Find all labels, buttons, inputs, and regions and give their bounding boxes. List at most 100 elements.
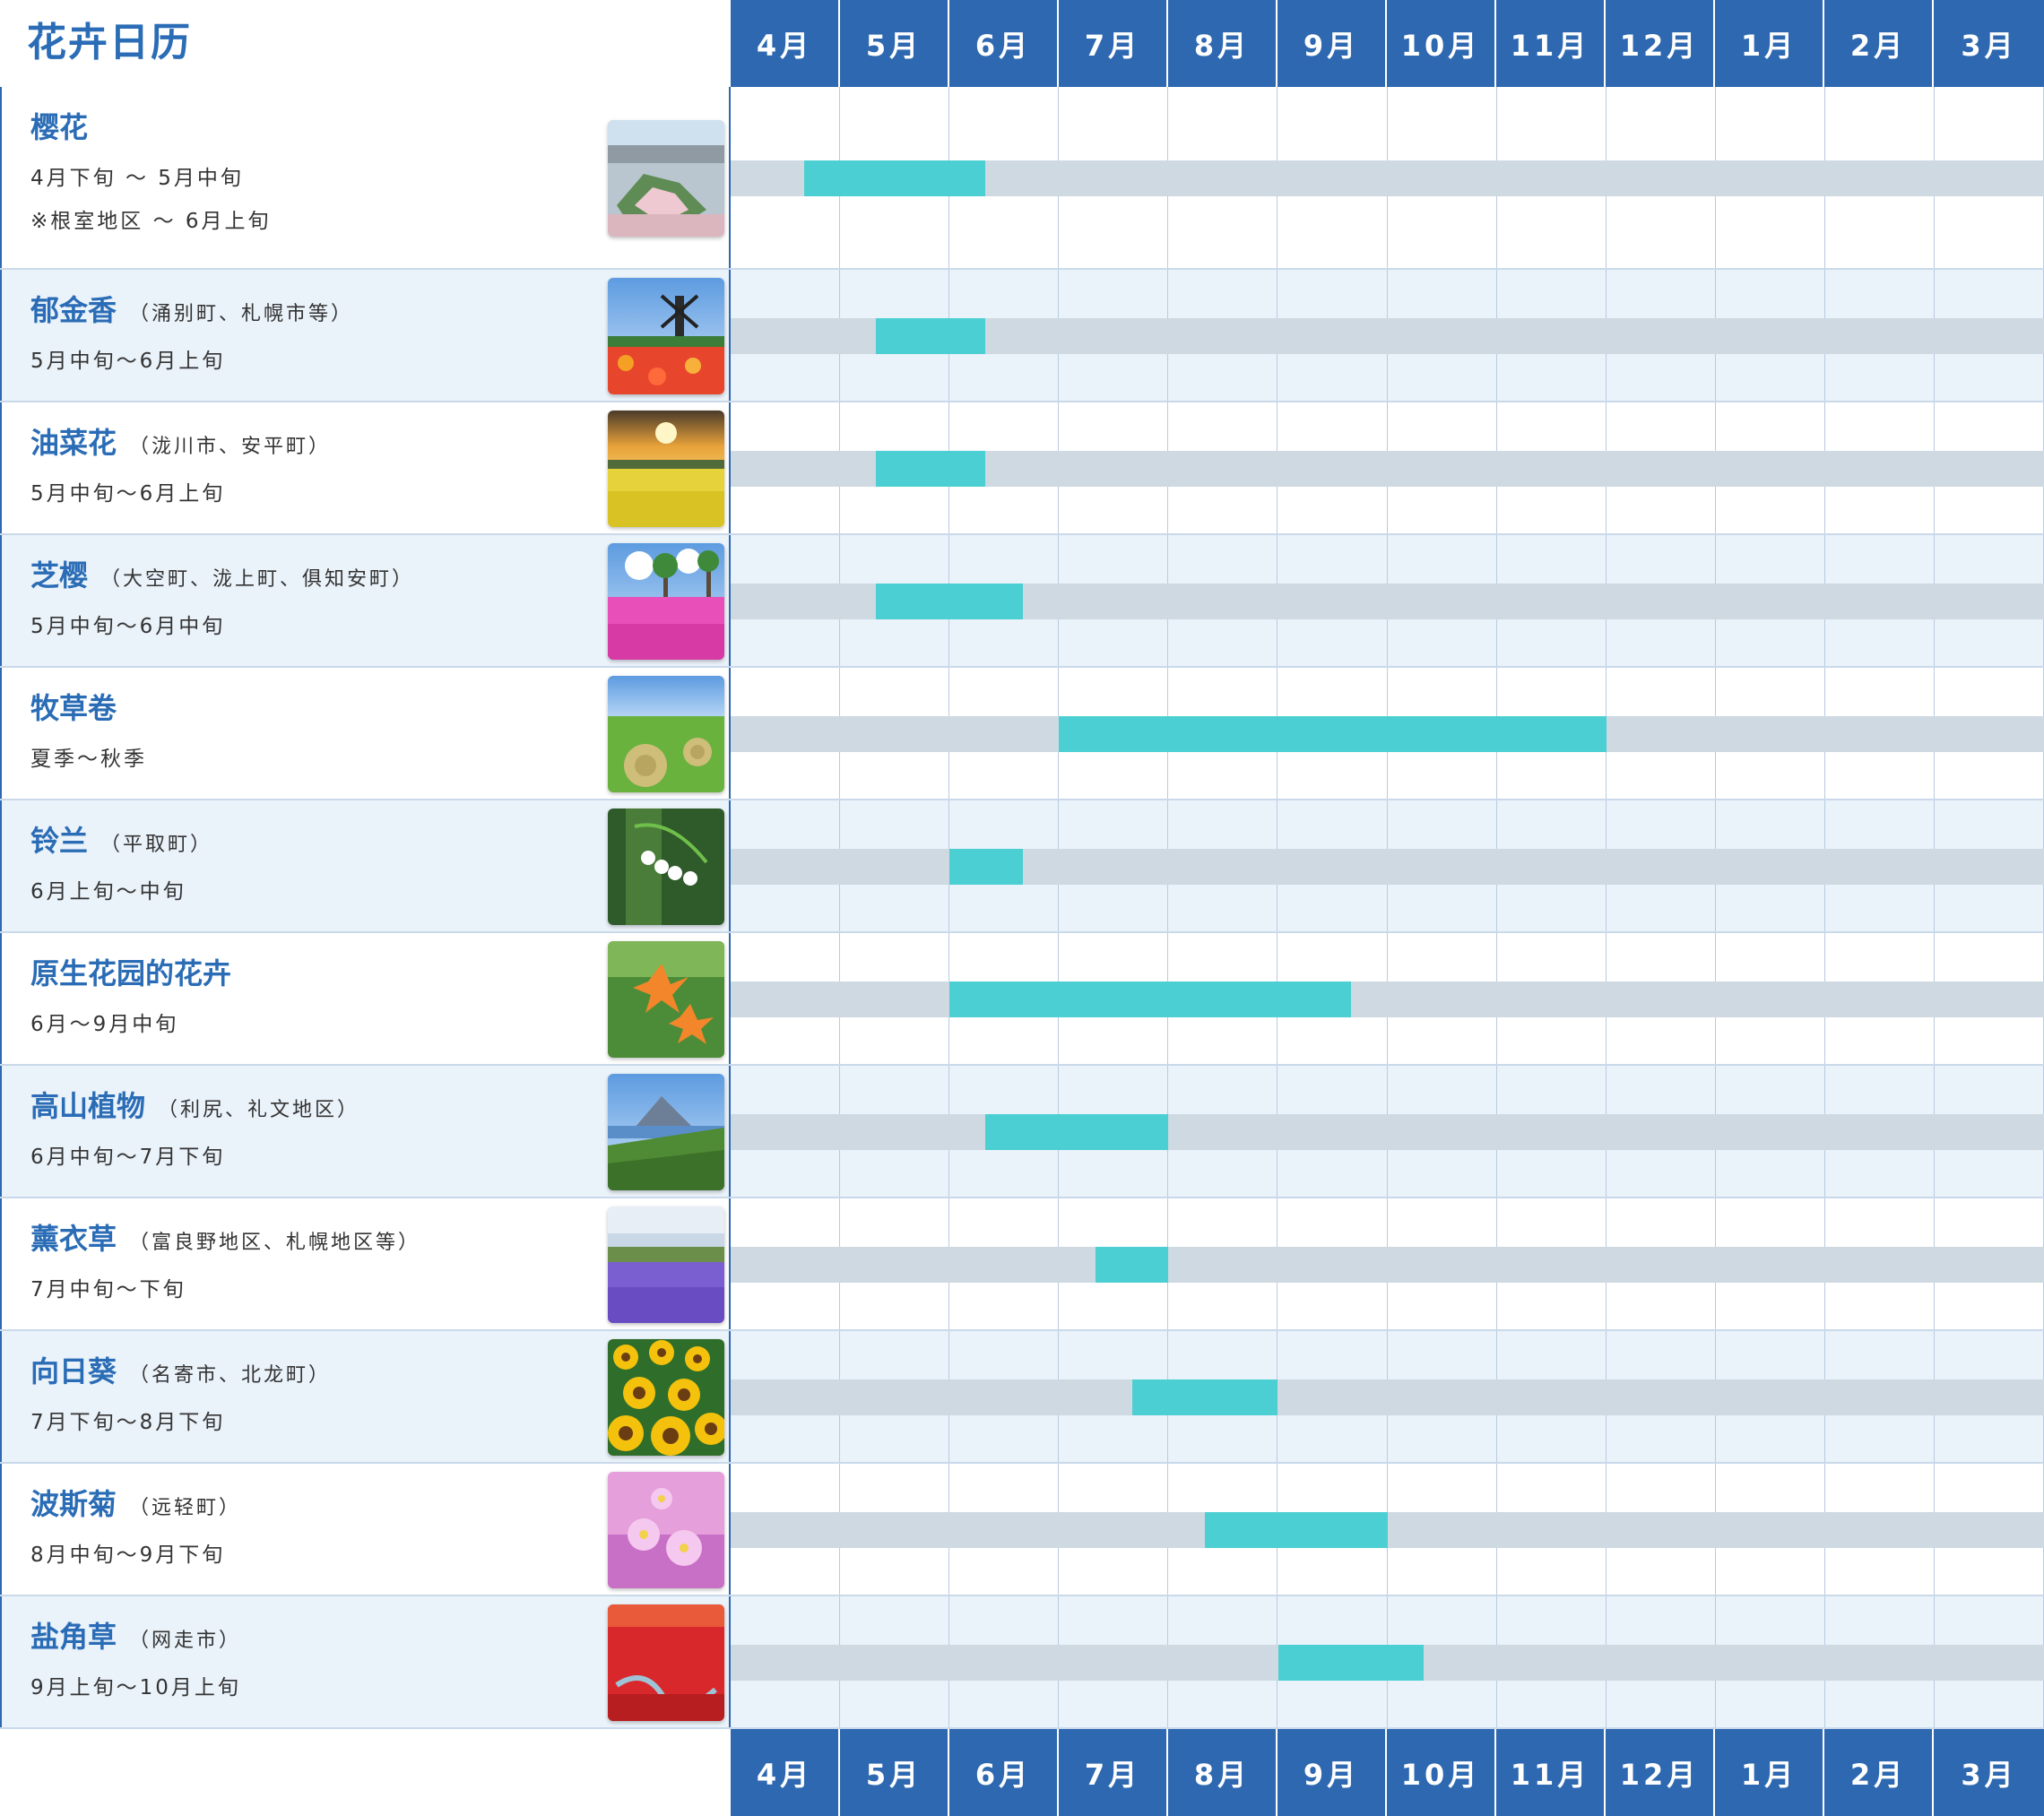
timeline-track: [731, 849, 2044, 885]
wild-lily-photo: [608, 941, 724, 1058]
timeline-track: [731, 1379, 2044, 1415]
month-label: 10月: [1387, 0, 1496, 87]
alpine-mountain-photo: [608, 1074, 724, 1190]
month-label: 1月: [1715, 0, 1824, 87]
month-label: 6月: [949, 1729, 1059, 1816]
flower-info: 牧草卷夏季～秋季: [0, 668, 731, 799]
lily-of-the-valley-photo: [608, 809, 724, 925]
flower-info: 薰衣草 （富良野地区、札幌地区等） 7月中旬～下旬: [0, 1198, 731, 1329]
flower-bloom-period: 6月上旬～中旬: [30, 880, 186, 904]
bloom-period-bar: [876, 451, 986, 487]
flower-heading: 向日葵 （名寄市、北龙町）: [30, 1349, 331, 1390]
flower-location: （平取町）: [100, 834, 213, 856]
tulip-windmill-photo: [608, 278, 724, 394]
flower-info: 铃兰 （平取町） 6月上旬～中旬: [0, 800, 731, 931]
month-label: 4月: [731, 0, 840, 87]
bloom-period-bar: [803, 160, 986, 196]
flower-name: 原生花园的花卉: [30, 956, 232, 990]
flower-timeline: [731, 668, 2044, 799]
month-label: 1月: [1715, 1729, 1824, 1816]
flower-timeline: [731, 1198, 2044, 1329]
flower-row: 薰衣草 （富良野地区、札幌地区等） 7月中旬～下旬: [0, 1198, 2044, 1331]
flower-bloom-period: 6月中旬～7月下旬: [30, 1146, 226, 1169]
flower-timeline: [731, 87, 2044, 268]
month-label: 12月: [1606, 1729, 1715, 1816]
flower-row: 樱花 4月下旬 ～ 5月中旬 ※根室地区 ～ 6月上旬: [0, 87, 2044, 270]
flower-row: 牧草卷夏季～秋季: [0, 668, 2044, 800]
flower-name: 芝樱: [30, 558, 89, 592]
flower-row: 郁金香 （涌别町、札幌市等） 5月中旬～6月上旬: [0, 270, 2044, 402]
flower-location: （泷川市、安平町）: [129, 436, 332, 458]
month-label: 6月: [949, 0, 1059, 87]
flower-name: 波斯菊: [30, 1487, 117, 1521]
flower-bloom-period: 6月～9月中旬: [30, 1013, 179, 1036]
flower-heading: 铃兰 （平取町）: [30, 818, 212, 860]
flower-name: 铃兰: [30, 824, 89, 858]
month-label: 12月: [1606, 0, 1715, 87]
moss-phlox-photo: [608, 543, 724, 660]
flower-info: 高山植物 （利尻、礼文地区） 6月中旬～7月下旬: [0, 1066, 731, 1197]
flower-heading: 薰衣草 （富良野地区、札幌地区等）: [30, 1216, 420, 1258]
flower-row: 原生花园的花卉 6月～9月中旬: [0, 933, 2044, 1066]
flower-info: 油菜花 （泷川市、安平町） 5月中旬～6月上旬: [0, 402, 731, 533]
flower-timeline: [731, 270, 2044, 401]
flower-heading: 原生花园的花卉: [30, 951, 231, 992]
flower-timeline: [731, 800, 2044, 931]
flower-name: 郁金香: [30, 293, 117, 327]
flower-bloom-period: 8月中旬～9月下旬: [30, 1544, 226, 1567]
flower-timeline: [731, 402, 2044, 533]
month-label: 3月: [1961, 1757, 2017, 1792]
bloom-period-bar: [985, 1114, 1169, 1150]
timeline-track: [731, 1247, 2044, 1283]
flower-info: 郁金香 （涌别町、札幌市等） 5月中旬～6月上旬: [0, 270, 731, 401]
flower-location: （涌别町、札幌市等）: [129, 303, 354, 325]
flower-bloom-period: 4月下旬 ～ 5月中旬: [30, 167, 244, 190]
flower-bloom-period: 5月中旬～6月上旬: [30, 482, 226, 506]
flower-row: 高山植物 （利尻、礼文地区） 6月中旬～7月下旬: [0, 1066, 2044, 1198]
month-label: 8月: [1168, 1729, 1278, 1816]
flower-bloom-period: 5月中旬～6月中旬: [30, 615, 226, 638]
flower-location: （网走市）: [129, 1630, 242, 1652]
flower-heading: 牧草卷: [30, 686, 117, 727]
bloom-period-bar: [1095, 1247, 1169, 1283]
flower-location: （远轻町）: [129, 1497, 242, 1519]
month-label: 7月: [1059, 0, 1168, 87]
flower-name: 樱花: [30, 110, 89, 144]
hay-bale-photo: [608, 676, 724, 792]
month-header-top: 4月 5月 6月 7月 8月 9月 10月 11月 12月 1月 2月 3月: [731, 0, 2044, 87]
cosmos-flower-photo: [608, 1472, 724, 1588]
flower-heading: 芝樱 （大空町、泷上町、俱知安町）: [30, 553, 414, 594]
flower-row: 盐角草 （网走市） 9月上旬～10月上旬: [0, 1596, 2044, 1729]
flower-location: （大空町、泷上町、俱知安町）: [100, 568, 415, 591]
flower-row: 油菜花 （泷川市、安平町） 5月中旬～6月上旬: [0, 402, 2044, 535]
month-label: 11月: [1496, 0, 1606, 87]
timeline-track: [731, 1114, 2044, 1150]
bloom-period-bar: [1059, 716, 1607, 752]
rapeseed-sunset-photo: [608, 411, 724, 527]
flower-bloom-period: 7月中旬～下旬: [30, 1278, 186, 1301]
flower-timeline: [731, 1066, 2044, 1197]
flower-info: 波斯菊 （远轻町） 8月中旬～9月下旬: [0, 1464, 731, 1595]
flower-name: 薰衣草: [30, 1222, 117, 1256]
flower-timeline: [731, 535, 2044, 666]
bloom-period-bar: [876, 584, 1023, 619]
flower-name: 盐角草: [30, 1620, 117, 1654]
month-label: 7月: [1059, 1729, 1168, 1816]
month-label: 2月: [1824, 1729, 1934, 1816]
bloom-period-bar: [1132, 1379, 1278, 1415]
month-label: 9月: [1278, 1729, 1387, 1816]
flower-timeline: [731, 933, 2044, 1064]
flower-timeline: [731, 1464, 2044, 1595]
bloom-period-bar: [949, 982, 1352, 1017]
flower-bloom-period: 夏季～秋季: [30, 748, 147, 771]
flower-bloom-period: 7月下旬～8月下旬: [30, 1411, 226, 1434]
flower-row: 铃兰 （平取町） 6月上旬～中旬: [0, 800, 2044, 933]
flower-row: 波斯菊 （远轻町） 8月中旬～9月下旬: [0, 1464, 2044, 1596]
fortress-landscape-photo: [608, 120, 724, 237]
flower-bloom-period: 5月中旬～6月上旬: [30, 350, 226, 373]
flower-row: 向日葵 （名寄市、北龙町） 7月下旬～8月下旬: [0, 1331, 2044, 1464]
flower-name: 向日葵: [30, 1354, 117, 1388]
month-label: 2月: [1824, 0, 1934, 87]
month-label: 5月: [840, 1729, 949, 1816]
flower-name: 高山植物: [30, 1089, 146, 1123]
